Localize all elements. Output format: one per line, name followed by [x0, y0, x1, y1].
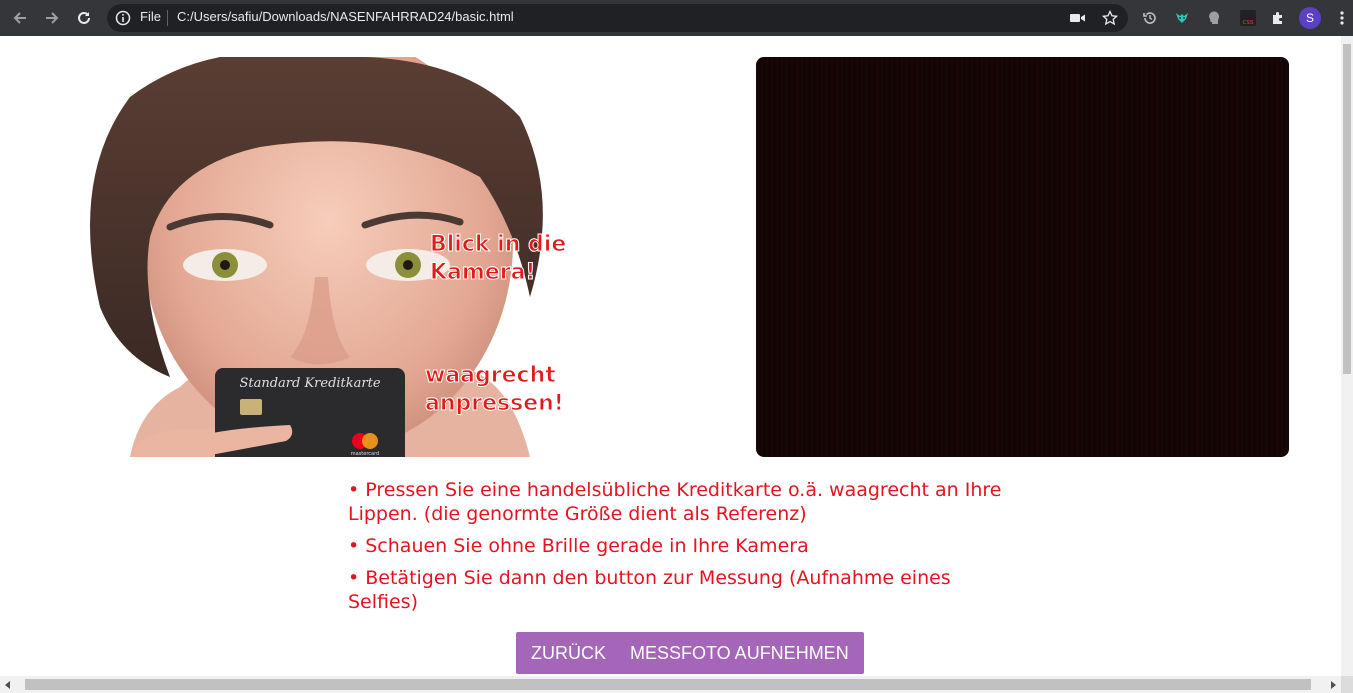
- url-text[interactable]: C:/Users/safiu/Downloads/NASENFAHRRAD24/…: [177, 9, 514, 24]
- instruction-illustration: Standard Kreditkarte mastercard Blick in…: [60, 57, 600, 457]
- scroll-right-arrow-icon[interactable]: [1331, 681, 1336, 689]
- reload-icon[interactable]: [72, 6, 96, 30]
- profile-avatar[interactable]: S: [1299, 7, 1321, 29]
- caption-press-line2: anpressen!: [425, 391, 564, 416]
- caption-press-line1: waagrecht: [425, 363, 556, 388]
- address-bar[interactable]: File C:/Users/safiu/Downloads/NASENFAHRR…: [107, 4, 1128, 32]
- camera-preview: [756, 57, 1289, 457]
- instruction-item: • Schauen Sie ohne Brille gerade in Ihre…: [348, 535, 809, 557]
- scrollbar-corner: [1341, 676, 1353, 693]
- back-button[interactable]: ZURÜCK: [516, 632, 621, 674]
- css-extension-label: css: [1242, 18, 1253, 26]
- page-viewport: Standard Kreditkarte mastercard Blick in…: [0, 36, 1341, 676]
- bookmark-star-icon[interactable]: [1101, 9, 1119, 27]
- capture-photo-button[interactable]: MESSFOTO AUFNEHMEN: [615, 632, 864, 674]
- caption-look-line1: Blick in die: [430, 232, 566, 257]
- caption-look-line2: Kamera!: [430, 260, 535, 285]
- forward-arrow-icon[interactable]: [40, 6, 64, 30]
- omnibox-divider: [167, 10, 168, 26]
- browser-toolbar: File C:/Users/safiu/Downloads/NASENFAHRR…: [0, 0, 1353, 36]
- card-title: Standard Kreditkarte: [239, 376, 380, 391]
- horizontal-scrollbar[interactable]: [0, 676, 1341, 693]
- scroll-left-arrow-icon[interactable]: [5, 681, 10, 689]
- camera-permission-icon[interactable]: [1069, 9, 1087, 27]
- instruction-item: • Betätigen Sie dann den button zur Mess…: [348, 567, 951, 613]
- history-extension-icon[interactable]: [1139, 7, 1161, 29]
- scheme-label: File: [140, 9, 161, 24]
- puzzle-extensions-icon[interactable]: [1267, 7, 1289, 29]
- info-icon[interactable]: [115, 10, 131, 26]
- head-extension-icon[interactable]: [1203, 7, 1225, 29]
- horizontal-scroll-thumb[interactable]: [25, 679, 1311, 690]
- menu-dots-icon[interactable]: [1331, 7, 1353, 29]
- instruction-item: • Pressen Sie eine handelsübliche Kredit…: [348, 479, 1002, 525]
- css-extension-icon[interactable]: css: [1237, 7, 1259, 29]
- card-brand: mastercard: [351, 451, 379, 457]
- back-arrow-icon[interactable]: [8, 6, 32, 30]
- fox-extension-icon[interactable]: [1171, 7, 1193, 29]
- vertical-scrollbar[interactable]: [1341, 36, 1353, 676]
- instruction-list: • Pressen Sie eine handelsübliche Kredit…: [348, 478, 1008, 622]
- vertical-scroll-thumb[interactable]: [1343, 44, 1351, 374]
